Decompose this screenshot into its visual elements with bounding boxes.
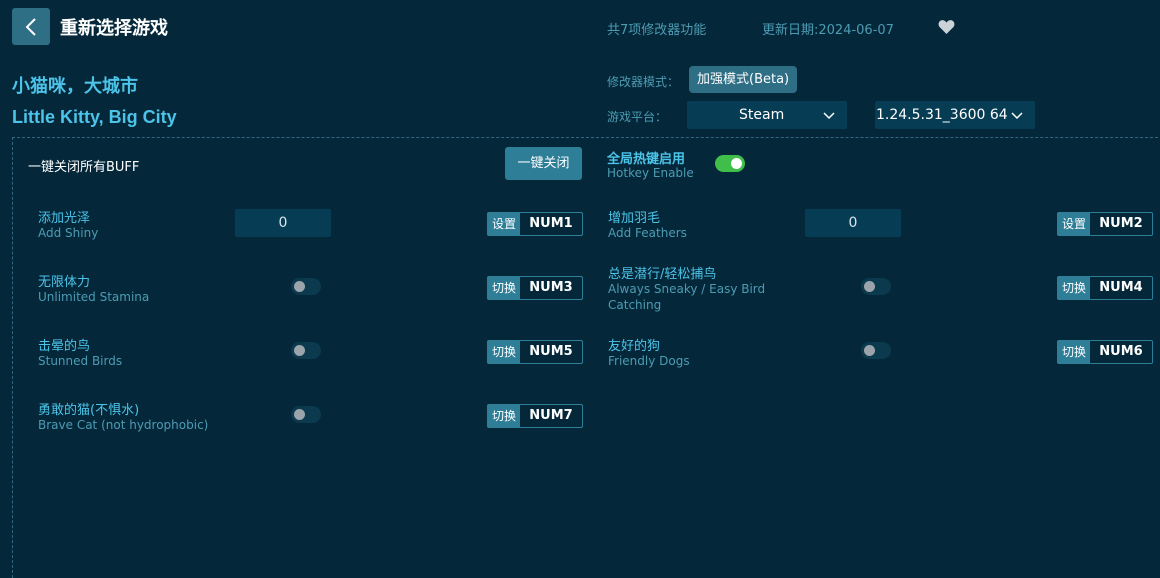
hotkey-key: NUM5 [529,344,573,359]
option-label-cn: 添加光泽 [38,211,91,226]
hotkey-key: NUM6 [1099,344,1143,359]
toggle-knob [294,345,305,356]
hotkey-label-cn: 全局热键启用 [607,152,686,167]
hotkey-action: 切换 [1058,341,1091,363]
unlimited-stamina-toggle[interactable] [291,278,321,295]
update-date: 更新日期:2024-06-07 [762,23,894,38]
brave-cat-toggle[interactable] [291,406,321,423]
always-sneaky-toggle[interactable] [861,278,891,295]
favorite-button[interactable] [938,19,955,38]
close-all-button[interactable]: 一键关闭 [505,147,582,180]
version-value: 1.24.5.31_3600 64 [876,107,1008,123]
toggle-knob [294,281,305,292]
hotkey-add-feathers[interactable]: 设置 NUM2 [1057,212,1153,236]
close-all-label: 一键关闭所有BUFF [28,160,140,175]
toggle-knob [864,345,875,356]
hotkey-friendly-dogs[interactable]: 切换 NUM6 [1057,340,1153,364]
hotkey-action: 设置 [488,213,521,235]
hotkey-stunned-birds[interactable]: 切换 NUM5 [487,340,583,364]
feature-count: 共7项修改器功能 [607,23,707,38]
friendly-dogs-toggle[interactable] [861,342,891,359]
option-label-cn: 勇敢的猫(不惧水) [38,403,140,418]
option-label-cn: 增加羽毛 [608,211,661,226]
toggle-knob [294,409,305,420]
chevron-down-icon [1011,112,1023,120]
option-label-cn: 友好的狗 [608,339,661,354]
mode-label: 修改器模式： [607,75,680,89]
page-title: 重新选择游戏 [60,18,168,39]
platform-value: Steam [739,107,785,123]
hotkey-add-shiny[interactable]: 设置 NUM1 [487,212,583,236]
game-name-cn: 小猫咪，大城市 [12,76,138,97]
option-label-en: Brave Cat (not hydrophobic) [38,418,209,432]
platform-select[interactable]: Steam [687,101,847,129]
toggle-knob [864,281,875,292]
option-label-en: Add Feathers [608,226,687,240]
version-select[interactable]: 1.24.5.31_3600 64 [875,101,1035,129]
mode-badge[interactable]: 加强模式(Beta) [689,66,798,93]
hotkey-action: 切换 [1058,277,1091,299]
option-label-en: Friendly Dogs [608,354,690,368]
game-name-en: Little Kitty, Big City [12,107,177,127]
stunned-birds-toggle[interactable] [291,342,321,359]
hotkey-action: 设置 [1058,213,1091,235]
add-feathers-input[interactable]: 0 [805,209,901,237]
hotkey-key: NUM4 [1099,280,1143,295]
option-label-cn: 无限体力 [38,275,91,290]
hotkey-brave-cat[interactable]: 切换 NUM7 [487,404,583,428]
hotkey-key: NUM3 [529,280,573,295]
chevron-left-icon [25,17,36,36]
hotkey-action: 切换 [488,277,521,299]
hotkey-key: NUM1 [529,216,573,231]
back-button[interactable] [12,8,50,45]
hotkey-label-en: Hotkey Enable [607,166,694,180]
option-label-en: Stunned Birds [38,354,123,368]
option-label-en: Add Shiny [38,226,99,240]
hotkey-enable-switch[interactable] [715,155,745,172]
add-shiny-input[interactable]: 0 [235,209,331,237]
platform-label: 游戏平台： [607,110,668,124]
option-label-en: Unlimited Stamina [38,290,150,304]
cheat-panel [12,137,1160,578]
hotkey-key: NUM7 [529,408,573,423]
hotkey-action: 切换 [488,341,521,363]
hotkey-key: NUM2 [1099,216,1143,231]
hotkey-action: 切换 [488,405,521,427]
heart-icon [938,20,955,34]
option-label-cn: 击晕的鸟 [38,339,91,354]
hotkey-always-sneaky[interactable]: 切换 NUM4 [1057,276,1153,300]
hotkey-unlimited-stamina[interactable]: 切换 NUM3 [487,276,583,300]
switch-knob [731,158,742,169]
chevron-down-icon [823,112,835,120]
option-label-cn: 总是潜行/轻松捕鸟 [608,267,717,282]
option-label-en: Always Sneaky / Easy Bird Catching [608,282,766,312]
